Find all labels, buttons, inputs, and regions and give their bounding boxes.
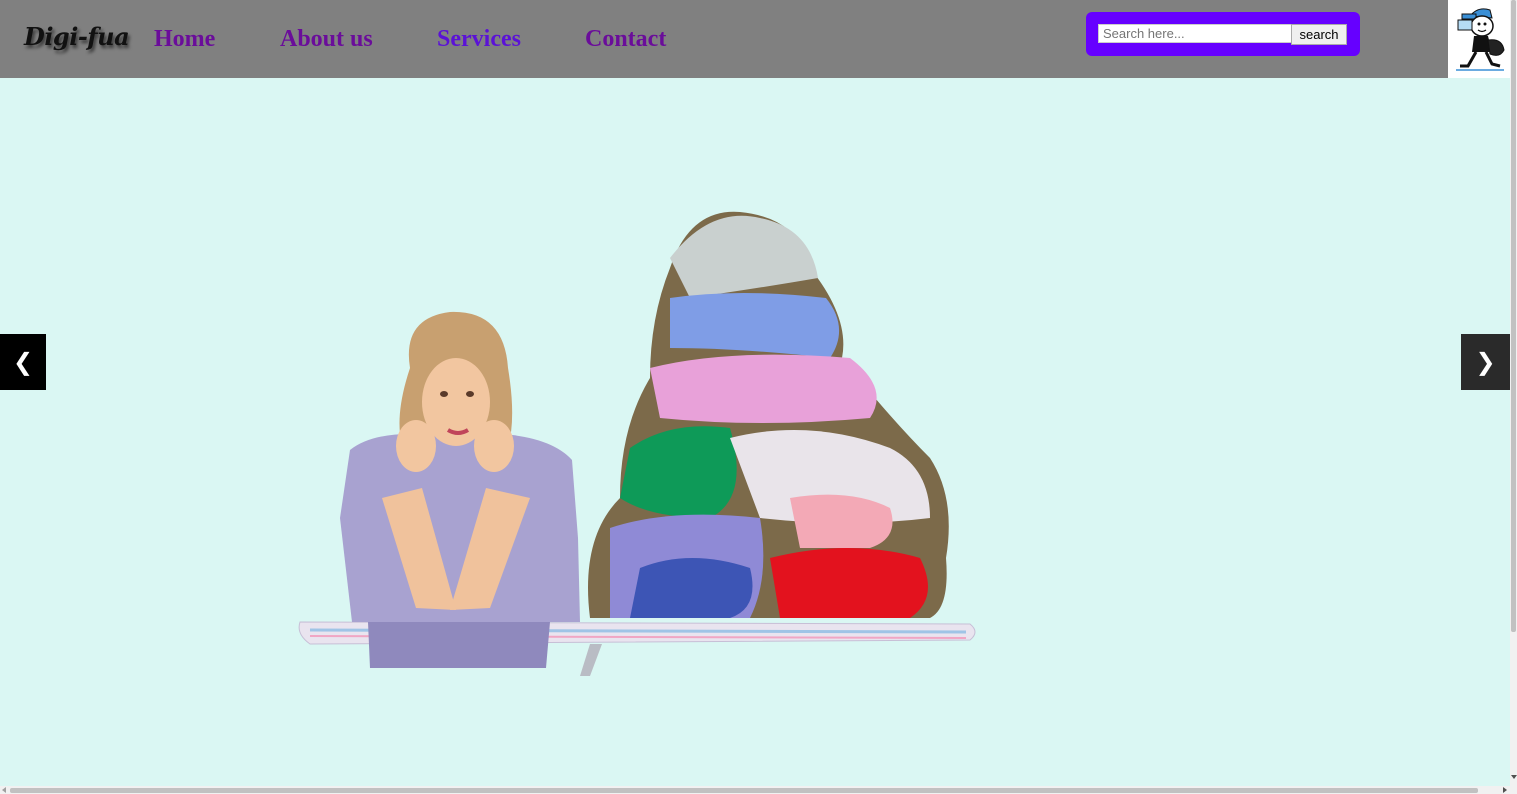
delivery-mascot-icon: [1448, 0, 1510, 78]
slider-next-button[interactable]: ❯: [1461, 334, 1510, 390]
scroll-left-arrow-icon[interactable]: [2, 787, 6, 793]
search-form: search: [1086, 12, 1360, 56]
scroll-right-arrow-icon[interactable]: [1503, 787, 1507, 793]
page: Digi-fua Home About us Services Contact …: [0, 0, 1517, 794]
search-input[interactable]: [1098, 24, 1294, 43]
scroll-down-arrow-icon[interactable]: [1511, 775, 1517, 779]
vertical-scroll-thumb[interactable]: [1511, 0, 1516, 632]
horizontal-scroll-thumb[interactable]: [10, 788, 1478, 793]
top-navbar: Digi-fua Home About us Services Contact …: [0, 0, 1510, 78]
nav-services[interactable]: Services: [437, 26, 521, 53]
hero-slider: ❮ ❯: [0, 78, 1510, 786]
nav-about[interactable]: About us: [280, 26, 373, 53]
slide-image: [290, 198, 990, 692]
nav-contact[interactable]: Contact: [585, 26, 666, 53]
search-button[interactable]: search: [1291, 24, 1347, 45]
site-logo[interactable]: Digi-fua: [24, 22, 130, 51]
nav-home[interactable]: Home: [154, 26, 215, 53]
slider-prev-button[interactable]: ❮: [0, 334, 46, 390]
